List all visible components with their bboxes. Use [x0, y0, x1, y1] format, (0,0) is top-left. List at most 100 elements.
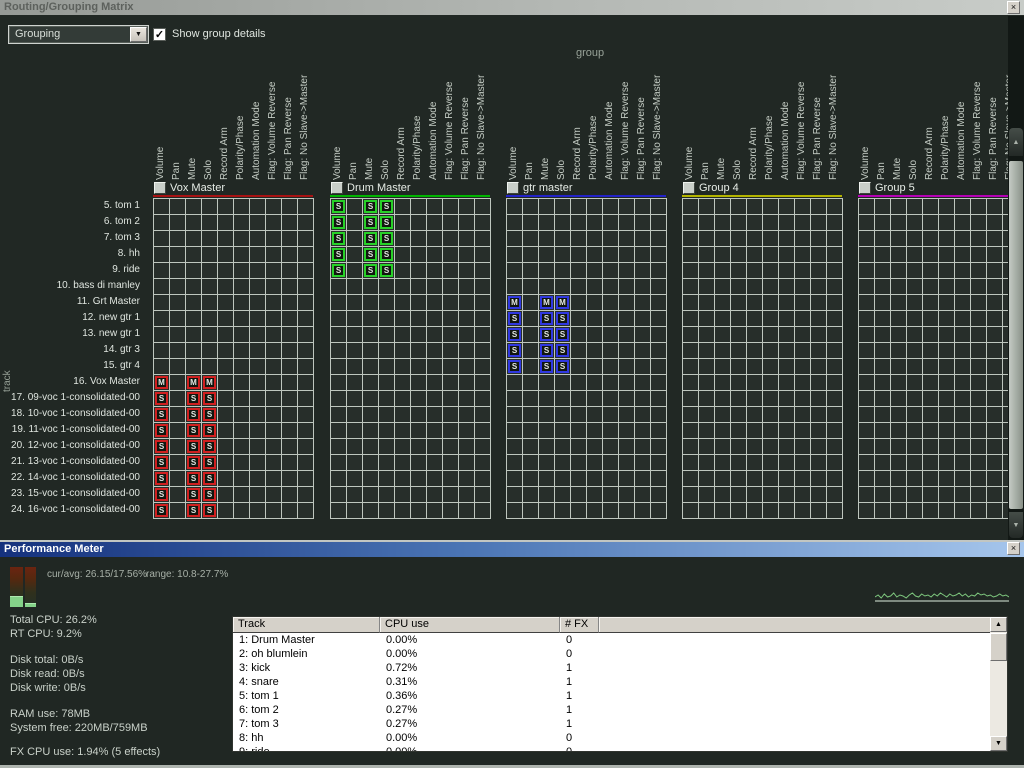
group-matrix-cell-slave[interactable]: S [187, 392, 200, 405]
matrix-scrollbar-thumb[interactable] [1009, 161, 1023, 509]
group-matrix-cell-master[interactable]: M [155, 376, 168, 389]
group-matrix-cell-slave[interactable]: S [332, 216, 345, 229]
group-matrix-cell-slave[interactable]: S [155, 440, 168, 453]
table-vertical-scrollbar[interactable]: ▲ ▼ [990, 617, 1007, 751]
perf-table-row[interactable]: 9: ride 0.00% 0 [233, 745, 1007, 751]
scroll-down-button[interactable]: ▼ [1009, 512, 1023, 538]
row-fx-count: 1 [566, 690, 573, 702]
group-matrix-grid[interactable]: MMMSSSSSSSSSSSSSSSSSSSSSSSS [153, 198, 314, 519]
group-matrix-cell-slave[interactable]: S [556, 344, 569, 357]
group-matrix-cell-slave[interactable]: S [508, 312, 521, 325]
row-track-name: 2: oh blumlein [239, 648, 308, 660]
group-checkbox[interactable] [683, 182, 695, 194]
group-matrix-cell-slave[interactable]: S [332, 248, 345, 261]
scroll-up-button[interactable]: ▲ [1009, 128, 1023, 156]
group-matrix-cell-slave[interactable]: S [364, 232, 377, 245]
column-header-label: Automation Mode [428, 101, 439, 180]
group-checkbox[interactable] [507, 182, 519, 194]
column-header-label: Record Arm [572, 127, 583, 180]
group-matrix-grid[interactable] [858, 198, 1008, 519]
group-matrix-cell-slave[interactable]: S [556, 312, 569, 325]
perf-table-row[interactable]: 1: Drum Master 0.00% 0 [233, 633, 1007, 647]
group-matrix-cell-slave[interactable]: S [155, 488, 168, 501]
perf-table-row[interactable]: 8: hh 0.00% 0 [233, 731, 1007, 745]
group-matrix-cell-slave[interactable]: S [203, 392, 216, 405]
perf-table-row[interactable]: 5: tom 1 0.36% 1 [233, 689, 1007, 703]
group-checkbox[interactable] [331, 182, 343, 194]
group-matrix-cell-slave[interactable]: S [540, 328, 553, 341]
group-color-underline [330, 195, 490, 197]
group-header: Drum Master [331, 181, 411, 195]
group-matrix-cell-slave[interactable]: S [508, 360, 521, 373]
group-matrix-grid[interactable] [682, 198, 843, 519]
row-cpu-use: 0.00% [386, 634, 418, 646]
group-matrix-cell-slave[interactable]: S [556, 360, 569, 373]
group-matrix-cell-slave[interactable]: S [364, 264, 377, 277]
group-matrix-cell-master[interactable]: M [508, 296, 521, 309]
group-matrix-cell-slave[interactable]: S [203, 488, 216, 501]
group-matrix-cell-slave[interactable]: S [332, 200, 345, 213]
ram-use-stat: RAM use: 78MB [10, 708, 91, 720]
group-matrix-cell-slave[interactable]: S [187, 424, 200, 437]
group-matrix-cell-slave[interactable]: S [203, 408, 216, 421]
group-checkbox[interactable] [154, 182, 166, 194]
group-matrix-cell-slave[interactable]: S [155, 408, 168, 421]
group-matrix-cell-slave[interactable]: S [380, 232, 393, 245]
group-matrix-cell-slave[interactable]: S [155, 424, 168, 437]
group-matrix-cell-slave[interactable]: S [203, 504, 216, 517]
group-matrix-cell-slave[interactable]: S [332, 264, 345, 277]
group-matrix-cell-master[interactable]: M [187, 376, 200, 389]
group-matrix-cell-slave[interactable]: S [187, 408, 200, 421]
group-matrix-cell-slave[interactable]: S [364, 216, 377, 229]
group-matrix-cell-slave[interactable]: S [187, 504, 200, 517]
table-header-fx[interactable]: # FX [560, 617, 599, 633]
close-icon[interactable]: × [1007, 1, 1020, 14]
table-scrollbar-thumb[interactable] [990, 633, 1007, 661]
group-matrix-cell-slave[interactable]: S [332, 232, 345, 245]
group-matrix-cell-slave[interactable]: S [364, 200, 377, 213]
table-header-row: Track CPU use # FX [233, 617, 1007, 633]
group-matrix-cell-slave[interactable]: S [187, 456, 200, 469]
column-header-label: Pan [700, 162, 711, 180]
group-matrix-cell-slave[interactable]: S [155, 472, 168, 485]
table-scroll-up-button[interactable]: ▲ [990, 617, 1007, 632]
group-matrix-cell-master[interactable]: M [556, 296, 569, 309]
group-matrix-cell-slave[interactable]: S [187, 472, 200, 485]
perf-table-row[interactable]: 3: kick 0.72% 1 [233, 661, 1007, 675]
table-header-cpu[interactable]: CPU use [380, 617, 560, 633]
perf-table-row[interactable]: 6: tom 2 0.27% 1 [233, 703, 1007, 717]
group-matrix-cell-slave[interactable]: S [203, 440, 216, 453]
group-matrix-cell-slave[interactable]: S [380, 216, 393, 229]
table-scroll-down-button[interactable]: ▼ [990, 736, 1007, 751]
close-icon[interactable]: × [1007, 542, 1020, 555]
group-matrix-cell-slave[interactable]: S [380, 200, 393, 213]
perf-table-row[interactable]: 7: tom 3 0.27% 1 [233, 717, 1007, 731]
group-matrix-cell-slave[interactable]: S [155, 392, 168, 405]
group-checkbox[interactable] [859, 182, 871, 194]
group-matrix-cell-master[interactable]: M [203, 376, 216, 389]
performance-titlebar[interactable]: Performance Meter [0, 542, 1024, 557]
table-header-track[interactable]: Track [233, 617, 380, 633]
perf-table-row[interactable]: 4: snare 0.31% 1 [233, 675, 1007, 689]
perf-table-row[interactable]: 2: oh blumlein 0.00% 0 [233, 647, 1007, 661]
matrix-vertical-scrollbar[interactable]: ▲ ▼ [1008, 16, 1024, 540]
group-matrix-cell-slave[interactable]: S [540, 360, 553, 373]
group-matrix-cell-slave[interactable]: S [155, 504, 168, 517]
group-matrix-cell-slave[interactable]: S [540, 312, 553, 325]
group-matrix-cell-slave[interactable]: S [380, 248, 393, 261]
group-matrix-cell-slave[interactable]: S [380, 264, 393, 277]
group-matrix-cell-slave[interactable]: S [364, 248, 377, 261]
group-matrix-cell-slave[interactable]: S [508, 328, 521, 341]
group-matrix-cell-slave[interactable]: S [187, 440, 200, 453]
group-matrix-grid[interactable]: MMMSSSSSSSSSSSS [506, 198, 667, 519]
group-matrix-grid[interactable]: SSSSSSSSSSSSSSS [330, 198, 491, 519]
group-matrix-cell-slave[interactable]: S [203, 472, 216, 485]
group-matrix-cell-slave[interactable]: S [556, 328, 569, 341]
group-matrix-cell-slave[interactable]: S [508, 344, 521, 357]
group-matrix-cell-slave[interactable]: S [203, 424, 216, 437]
group-matrix-cell-slave[interactable]: S [540, 344, 553, 357]
group-matrix-cell-slave[interactable]: S [187, 488, 200, 501]
group-matrix-cell-slave[interactable]: S [203, 456, 216, 469]
group-matrix-cell-master[interactable]: M [540, 296, 553, 309]
group-matrix-cell-slave[interactable]: S [155, 456, 168, 469]
